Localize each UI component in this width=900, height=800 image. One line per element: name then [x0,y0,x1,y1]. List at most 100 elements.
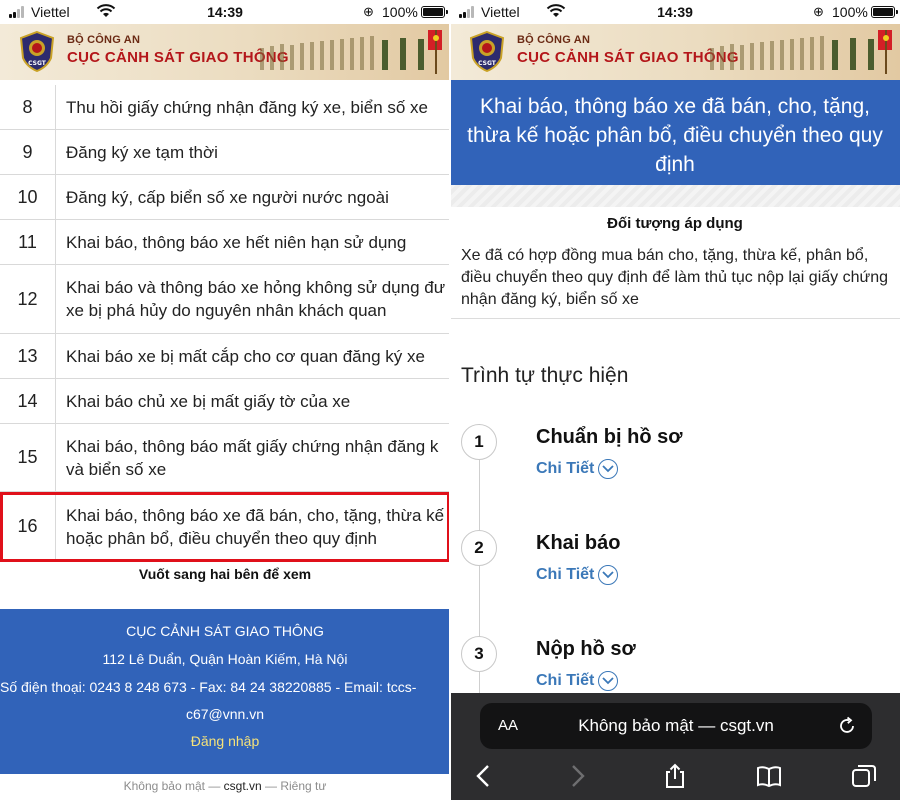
row-number: 16 [0,492,56,561]
procedure-table: 8 Thu hồi giấy chứng nhận đăng ký xe, biể… [0,85,450,562]
row-number: 11 [0,220,56,264]
orientation-lock-icon: ⊕ [363,4,374,19]
table-row[interactable]: 10 Đăng ký, cấp biển số xe người nước ngo… [0,175,450,220]
security-status: Không bảo mật — [123,779,224,793]
battery-percent: 100% [382,4,418,20]
row-text: Khai báo, thông báo xe đã bán, cho, tặng… [56,492,450,561]
csgt-emblem-icon: CSGT [19,30,55,72]
row-text-line: Khai báo, thông báo mất giấy chứng nhận … [66,436,439,456]
step-name: Khai báo [536,532,621,554]
emblem-text: CSGT [28,60,47,67]
row-text-line: Khai báo, thông báo xe đã bán, cho, tặng… [66,505,445,525]
row-text: Khai báo chủ xe bị mất giấy tờ của xe [56,379,450,423]
table-row[interactable]: 13 Khai báo xe bị mất cắp cho cơ quan đăn… [0,334,450,379]
swipe-hint: Vuốt sang hai bên để xem [138,566,312,582]
orientation-lock-icon: ⊕ [813,4,824,19]
detail-label: Chi Tiết [536,460,595,477]
row-text: Đăng ký, cấp biển số xe người nước ngoài [56,175,450,219]
safari-bottom-bar: AA Không bảo mật — csgt.vn [450,693,900,800]
login-link[interactable]: Đăng nhập [0,733,450,749]
share-icon[interactable] [661,763,689,789]
row-text-line: Đăng ký, cấp biển số xe người nước ngoài [66,187,389,207]
row-number: 12 [0,265,56,333]
step-detail-link[interactable]: Chi Tiết [536,671,619,691]
row-number: 14 [0,379,56,423]
step-detail-link[interactable]: Chi Tiết [536,565,619,585]
row-text-line: Khai báo, thông báo xe hết niên hạn sử d… [66,232,407,252]
row-text: Khai báo và thông báo xe hỏng không sử d… [56,265,450,333]
back-icon[interactable] [470,763,498,789]
applies-body: Xe đã có hợp đồng mua bán cho, tặng, thừ… [461,247,888,308]
table-row[interactable]: 12 Khai báo và thông báo xe hỏng không sử… [0,265,450,334]
table-row[interactable]: 14 Khai báo chủ xe bị mất giấy tờ của xe [0,379,450,424]
forward-icon[interactable] [563,763,591,789]
detail-label: Chi Tiết [536,672,595,689]
status-bar: Viettel 14:39 ⊕ 100% [0,0,450,24]
hero-texture [450,185,900,207]
address-text: Không bảo mật — csgt.vn [578,716,774,735]
table-row[interactable]: 8 Thu hồi giấy chứng nhận đăng ký xe, biể… [0,85,450,130]
reload-icon[interactable] [836,715,858,737]
procedure-title: Khai báo, thông báo xe đã bán, cho, tặng… [467,95,883,176]
row-text: Thu hồi giấy chứng nhận đăng ký xe, biển… [56,85,450,129]
row-number: 10 [0,175,56,219]
right-screenshot: Viettel 14:39 ⊕ 100% CSGT BỘ CÔNG AN CỤC… [450,0,900,800]
row-text: Khai báo xe bị mất cắp cho cơ quan đăng … [56,334,450,378]
row-text: Khai báo, thông báo xe hết niên hạn sử d… [56,220,450,264]
row-text-line: hoặc phân bổ, điều chuyển theo quy định [66,528,377,548]
row-number: 13 [0,334,56,378]
footer-org: CỤC CẢNH SÁT GIAO THÔNG [126,623,324,639]
row-number: 9 [0,130,56,174]
step-1: 1 Chuẩn bị hồ sơ Chi Tiết [450,424,900,494]
row-text: Khai báo, thông báo mất giấy chứng nhận … [56,424,450,491]
bookmarks-icon[interactable] [755,763,783,789]
site-banner[interactable]: CSGT BỘ CÔNG AN CỤC CẢNH SÁT GIAO THÔNG [450,24,900,80]
banner-ministry: BỘ CÔNG AN [67,34,141,46]
row-text-line: Khai báo xe bị mất cắp cho cơ quan đăng … [66,346,425,366]
row-number: 15 [0,424,56,491]
detail-label: Chi Tiết [536,566,595,583]
battery-percent: 100% [832,4,868,20]
privacy-label: — Riêng tư [261,779,327,793]
chevron-down-icon [598,565,619,585]
battery-icon [871,6,898,18]
step-number: 3 [461,636,497,672]
row-text-line: Khai báo và thông báo xe hỏng không sử d… [66,278,446,297]
sequence-title: Trình tự thực hiện [461,364,629,387]
row-text: Đăng ký xe tạm thời [56,130,450,174]
table-row[interactable]: 9 Đăng ký xe tạm thời [0,130,450,175]
procedure-title-banner: Khai báo, thông báo xe đã bán, cho, tặng… [450,80,900,185]
battery-icon [421,6,448,18]
step-2: 2 Khai báo Chi Tiết [450,530,900,600]
site-banner[interactable]: CSGT BỘ CÔNG AN CỤC CẢNH SÁT GIAO THÔNG [0,24,450,80]
row-number: 8 [0,85,56,129]
emblem-text: CSGT [478,60,497,67]
parade-image [260,30,442,74]
chevron-down-icon [598,459,619,479]
row-text-line: và biển số xe [66,459,167,479]
site-footer: CỤC CẢNH SÁT GIAO THÔNG 112 Lê Duẩn, Quậ… [0,609,450,774]
row-text-line: Khai báo chủ xe bị mất giấy tờ của xe [66,391,351,411]
footer-contact-line1: Số điện thoại: 0243 8 248 673 - Fax: 84 … [0,679,417,695]
applies-heading: Đối tượng áp dụng [607,215,743,232]
table-row[interactable]: 16 Khai báo, thông báo xe đã bán, cho, tặ… [0,492,450,562]
step-name: Nộp hồ sơ [536,638,636,660]
step-number: 2 [461,530,497,566]
screenshot-divider [449,0,451,800]
chevron-down-icon [598,671,619,691]
tabs-icon[interactable] [850,763,878,789]
table-row[interactable]: 15 Khai báo, thông báo mất giấy chứng nhậ… [0,424,450,492]
row-text-line: Đăng ký xe tạm thời [66,142,218,162]
step-detail-link[interactable]: Chi Tiết [536,459,619,479]
address-bar[interactable]: AA Không bảo mật — csgt.vn [480,703,872,749]
table-row[interactable]: 11 Khai báo, thông báo xe hết niên hạn sử… [0,220,450,265]
applicable-subjects-section: Đối tượng áp dụng Xe đã có hợp đồng mua … [450,207,900,319]
collapsed-address-bar[interactable]: Không bảo mật — csgt.vn — Riêng tư [0,779,450,793]
row-text-line: Thu hồi giấy chứng nhận đăng ký xe, biển… [66,97,429,117]
row-text-line: xe bị phá hủy do nguyên nhân khách quan [66,301,387,320]
footer-contact-line2[interactable]: c67@vnn.vn [0,706,450,722]
footer-address: 112 Lê Duẩn, Quận Hoàn Kiếm, Hà Nội [102,651,348,667]
safari-toolbar [450,761,900,791]
url-domain: csgt.vn [223,779,262,793]
csgt-emblem-icon: CSGT [469,30,505,72]
